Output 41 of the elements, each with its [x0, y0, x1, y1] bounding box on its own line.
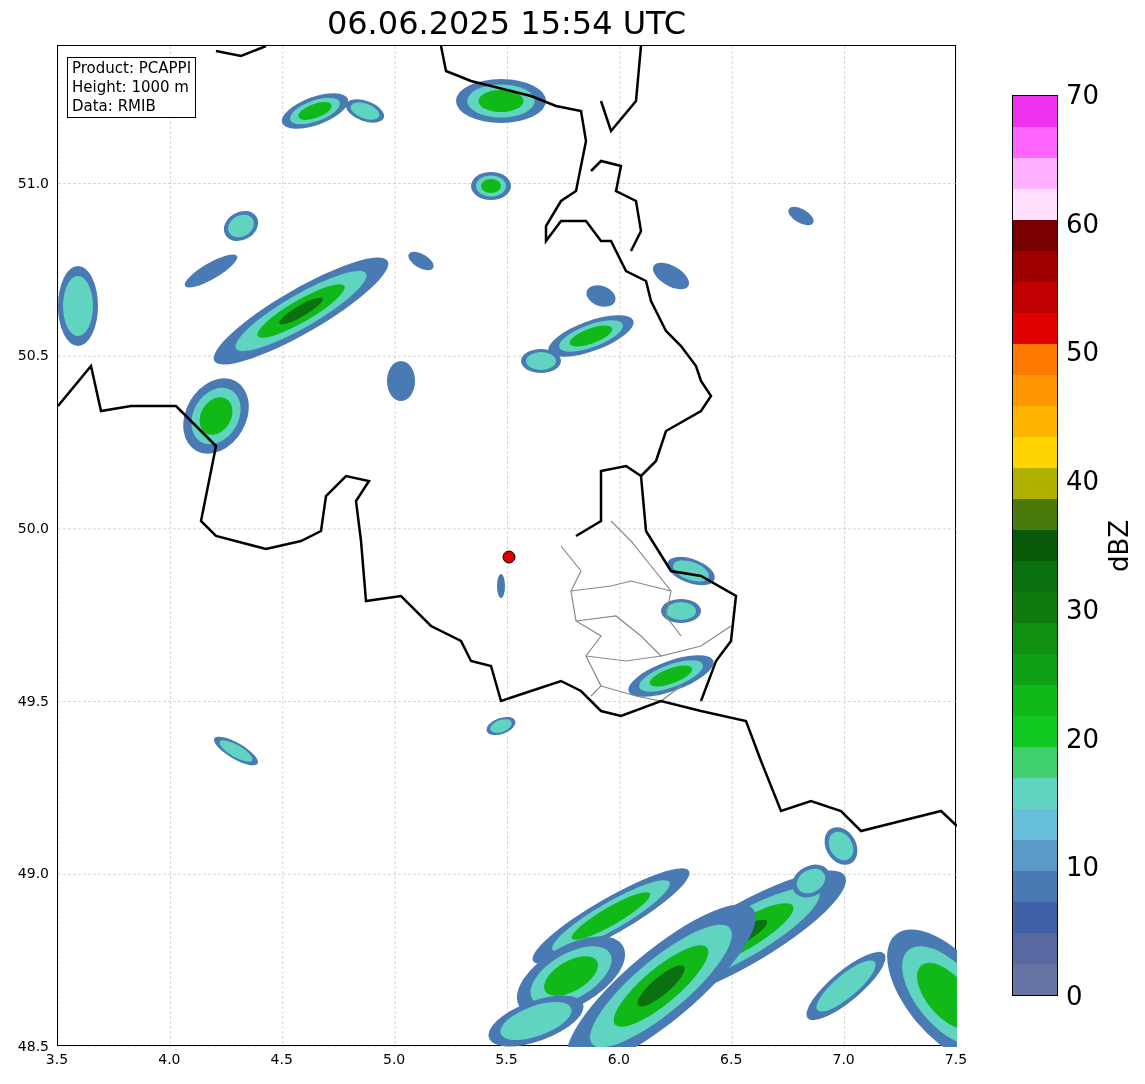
x-tick-label: 6.5: [719, 1051, 744, 1067]
colorbar-label: dBZ: [1106, 519, 1132, 572]
info-text: Product: PCAPPI: [72, 59, 192, 78]
y-tick-label: 48.5: [17, 1038, 49, 1054]
x-tick-label: 3.5: [44, 1051, 70, 1067]
colorbar-tick-label: 50: [1066, 337, 1100, 368]
colorbar-tick-label: 10: [1066, 852, 1100, 883]
colorbar-tick-label: 0: [1066, 981, 1083, 1011]
radar-echo: [497, 574, 505, 598]
x-tick-label: 4.5: [269, 1051, 294, 1067]
x-tick-label: 6.0: [606, 1051, 631, 1067]
colorbar-tick-label: 70: [1066, 80, 1100, 110]
x-tick-label: 4.0: [157, 1051, 182, 1067]
y-tick-label: 51.0: [17, 174, 49, 191]
radar-echo: [667, 556, 715, 586]
x-tick-label: 5.0: [382, 1051, 407, 1067]
x-tick-label: 7.5: [943, 1051, 969, 1067]
radar-echo: [661, 599, 701, 623]
info-text: Height: 1000 m: [72, 78, 190, 97]
colorbar-tick-label: 20: [1066, 723, 1100, 754]
x-tick-label: 5.5: [494, 1051, 519, 1067]
radar-echo: [788, 206, 814, 226]
radar-echo: [824, 827, 858, 865]
chart-title: 06.06.2025 15:54 UTC: [326, 6, 687, 39]
colorbar-tick-label: 30: [1066, 594, 1100, 625]
radar-echo: [408, 251, 434, 271]
radar-echo: [223, 210, 259, 242]
radar-echo: [486, 716, 516, 736]
radar-echo: [214, 736, 258, 766]
colorbar-tick-label: 40: [1066, 466, 1100, 497]
radar-echo: [471, 172, 511, 200]
info-text: Data: RMIB: [72, 97, 157, 116]
y-tick-label: 49.5: [17, 692, 49, 709]
colorbar-tick-label: 60: [1066, 208, 1100, 239]
y-tick-label: 50.5: [17, 347, 49, 364]
radar-echo: [653, 262, 689, 290]
radar-site-marker: [502, 550, 516, 564]
radar-echo: [586, 285, 616, 307]
y-tick-label: 49.0: [17, 865, 49, 882]
x-tick-label: 7.0: [831, 1051, 856, 1067]
y-tick-label: 50.0: [17, 519, 49, 536]
